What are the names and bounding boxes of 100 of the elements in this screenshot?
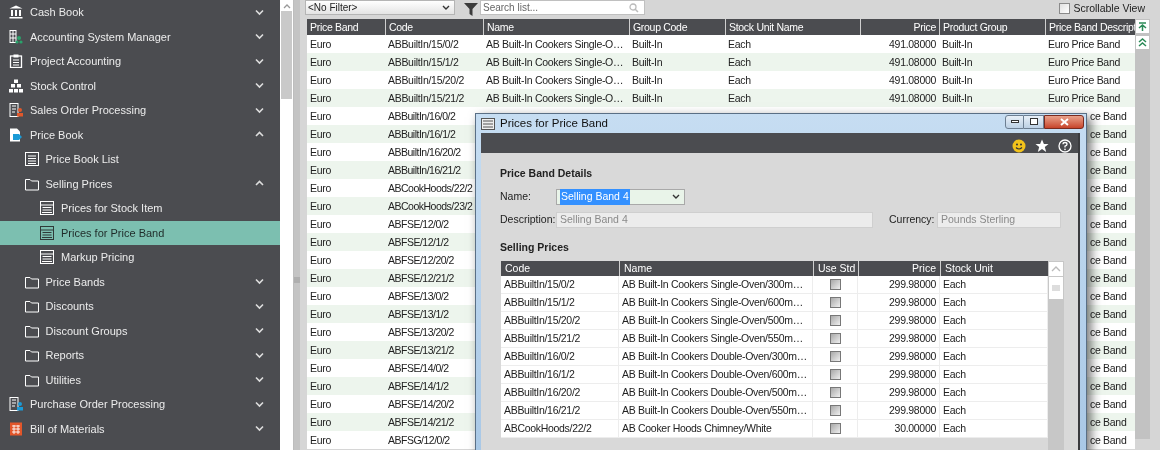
checkbox[interactable] [829,423,841,434]
sidebar-item[interactable]: Accounting System Manager [0,24,280,49]
sidebar-item[interactable]: Cash Book [0,0,280,25]
table-cell: ABCookHoods/22/2 [388,181,473,195]
chevron-up-icon[interactable] [255,131,264,139]
table-cell: ABBuiltIn/15/21/2 [504,332,581,345]
table-cell: ce Band [1090,397,1127,411]
filter-dropdown[interactable]: <No Filter> [305,0,455,15]
table-cell: 491.08000 [889,91,936,105]
chevron-up-icon[interactable] [255,180,264,188]
sidebar-item[interactable]: Selling Prices [0,171,280,196]
table-cell: ce Band [1090,109,1127,123]
field-label: Name: [500,189,532,205]
table-cell: AB Built-In Cookers Single-O… [486,37,624,51]
table-cell: Euro [310,343,331,357]
table-cell: ABFSE/13/1/2 [388,307,449,321]
window-icon [481,117,495,130]
chevron-down-icon[interactable] [255,106,264,114]
column-header[interactable]: Code [501,261,619,276]
table-cell: Euro [310,289,331,303]
chevron-down-icon[interactable] [255,8,264,16]
checkbox[interactable] [829,387,841,398]
table-cell: AB Built-In Cookers Single-O… [486,55,624,69]
chevron-down-icon[interactable] [255,400,264,408]
table-cell: ABBuiltIn/15/1/2 [388,55,459,69]
chevron-down-icon[interactable] [255,351,264,359]
table-cell: ce Band [1090,361,1127,375]
checkbox[interactable] [829,315,841,326]
table-cell: ce Band [1090,163,1127,177]
search-field[interactable]: Search list... [480,0,645,15]
scrollbar[interactable] [280,0,294,450]
close-button[interactable] [1044,114,1084,129]
dropdown-value: <No Filter> [307,1,358,15]
sidebar-item[interactable]: Price Bands [0,269,280,294]
filter-icon[interactable] [464,1,478,16]
sidebar-item[interactable]: Sales Order Processing [0,98,280,123]
sidebar-item[interactable]: Utilities [0,367,280,392]
grip-icon[interactable] [294,277,300,283]
scroll-up-icon[interactable] [282,3,291,9]
checkbox[interactable] [829,405,841,416]
table-cell: 30.00000 [894,422,936,435]
table-cell: Euro Price Band [1048,37,1120,51]
sidebar-item[interactable]: Price Book List [0,147,280,172]
sidebar-item[interactable]: Prices for Price Band [0,220,280,245]
column-header[interactable]: Price Band [307,19,385,35]
sidebar-item[interactable]: Prices for Stock Item [0,196,280,221]
checkbox[interactable] [829,351,841,362]
form-icon [40,225,54,240]
scrollbar-thumb[interactable] [281,11,292,99]
window-title: Prices for Price Band [500,115,608,131]
table-cell: Euro [310,73,331,87]
checkbox[interactable] [829,333,841,344]
sidebar-item-label: Purchase Order Processing [30,397,166,412]
sidebar-item[interactable]: Purchase Order Processing [0,392,280,417]
table-cell: ABBuiltIn/15/1/2 [504,296,575,309]
minimize-button[interactable] [1005,114,1024,129]
smiley-icon[interactable] [1012,139,1026,153]
table-cell: ABCookHoods/22/2 [504,422,592,435]
sidebar-item[interactable]: Markup Pricing [0,245,280,270]
maximize-icon [1029,118,1038,125]
table-cell: Euro [310,217,331,231]
sidebar-item[interactable]: Reports [0,343,280,368]
checkbox[interactable] [829,279,841,290]
checkbox[interactable] [1059,3,1071,14]
chevron-down-icon[interactable] [255,33,264,41]
sidebar-item[interactable]: Project Accounting [0,49,280,74]
sidebar-item-label: Price Bands [45,274,105,290]
field-label: Description: [500,212,556,228]
sidebar-item[interactable]: Discount Groups [0,318,280,343]
scroll-top-icon[interactable] [1136,20,1149,33]
table-cell: ABBuiltIn/16/20/2 [504,386,581,399]
table-cell: Euro [310,379,331,393]
sidebar-item[interactable]: Discounts [0,294,280,319]
grip-icon[interactable] [1049,277,1063,299]
table-cell: Each [943,368,966,381]
close-icon [1059,117,1069,126]
help-icon[interactable] [1058,139,1072,153]
table-cell: Euro [310,271,331,285]
chevron-down-icon[interactable] [255,57,264,65]
chevron-down-icon[interactable] [255,376,264,384]
sidebar-item[interactable]: Bill of Materials [0,416,280,441]
table-scrollbar[interactable] [1135,19,1150,439]
chevron-down-icon[interactable] [255,425,264,433]
page-up-icon[interactable] [1136,36,1149,49]
checkbox[interactable] [829,297,841,308]
chevron-down-icon[interactable] [255,302,264,310]
chevron-down-icon[interactable] [255,82,264,90]
dialog-table-scrollbar[interactable] [1048,261,1064,450]
table-cell: ABFSE/13/20/2 [388,325,454,339]
folder-icon [24,176,39,191]
sidebar-item[interactable]: Price Book [0,122,280,147]
checkbox[interactable] [829,369,841,380]
table-cell: AB Built-In Cookers Single-O… [486,73,624,87]
table-cell: 299.98000 [889,296,936,309]
table-cell: AB Built-In Cookers Double-Oven/600m… [622,368,807,381]
chevron-down-icon[interactable] [255,278,264,286]
chevron-down-icon[interactable] [255,327,264,335]
maximize-button[interactable] [1024,114,1044,129]
star-icon[interactable] [1035,139,1049,153]
sidebar-item[interactable]: Stock Control [0,73,280,98]
